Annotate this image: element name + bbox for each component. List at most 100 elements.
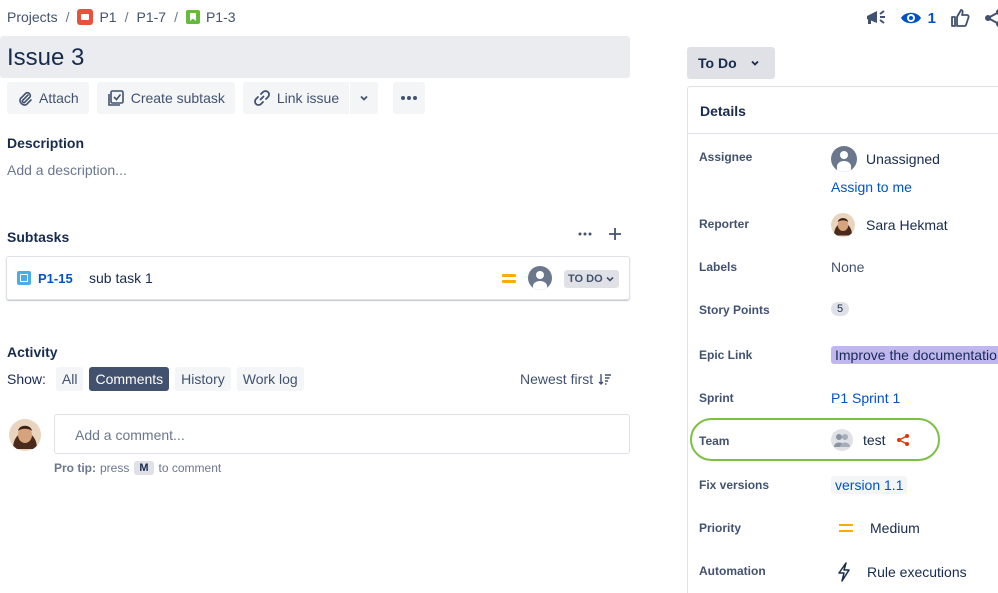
- assignee-field[interactable]: Unassigned: [831, 146, 940, 172]
- story-icon: [185, 10, 200, 24]
- filter-work-log[interactable]: Work log: [236, 367, 304, 391]
- subtask-actions: [578, 227, 622, 241]
- description-heading: Description: [7, 135, 85, 151]
- attach-label: Attach: [39, 90, 79, 106]
- subtask-status-dropdown[interactable]: TO DO: [564, 270, 619, 288]
- description-editor[interactable]: Add a description...: [7, 162, 127, 178]
- story-points-value: 5: [831, 302, 850, 316]
- pro-tip-rest: to comment: [158, 461, 222, 475]
- sprint-label: Sprint: [699, 391, 734, 405]
- show-label: Show:: [7, 371, 46, 387]
- more-actions-button[interactable]: [393, 82, 426, 114]
- subtask-key[interactable]: P1-15: [38, 271, 73, 286]
- activity-filter-bar: Show: All Comments History Work log: [7, 367, 304, 391]
- breadcrumb-separator: /: [174, 9, 178, 25]
- sprint-value[interactable]: P1 Sprint 1: [831, 390, 900, 406]
- breadcrumb-issue[interactable]: P1-3: [185, 9, 236, 25]
- subtask-type-icon: [17, 271, 31, 285]
- pro-tip: Pro tip: press M to comment: [54, 461, 221, 475]
- story-points-field[interactable]: 5: [831, 302, 850, 316]
- filter-history[interactable]: History: [175, 367, 231, 391]
- breadcrumb-issue-label: P1-3: [205, 9, 236, 25]
- shortcut-key: M: [134, 461, 154, 475]
- priority-medium-icon: [502, 274, 516, 286]
- attach-button[interactable]: Attach: [7, 82, 89, 114]
- priority-medium-icon: [839, 524, 853, 532]
- pro-tip-label: Pro tip:: [54, 461, 96, 475]
- chevron-down-icon: [606, 276, 614, 282]
- add-subtask-button[interactable]: [608, 227, 622, 241]
- share-icon: [896, 434, 909, 446]
- status-label: To Do: [698, 55, 737, 71]
- link-issue-label: Link issue: [276, 90, 340, 106]
- sort-order-button[interactable]: Newest first: [520, 371, 612, 387]
- breadcrumb-parent[interactable]: P1-7: [136, 9, 166, 25]
- comment-input[interactable]: Add a comment...: [54, 414, 630, 454]
- epic-link-field[interactable]: Improve the documentatio: [831, 346, 998, 364]
- create-subtask-label: Create subtask: [130, 90, 225, 106]
- eye-icon: [900, 12, 921, 24]
- subtask-summary[interactable]: sub task 1: [89, 270, 153, 286]
- watch-button[interactable]: 1: [900, 4, 936, 32]
- subtask-row[interactable]: P1-15 sub task 1 TO DO: [6, 256, 630, 300]
- status-dropdown-button[interactable]: To Do: [687, 47, 775, 79]
- sort-label: Newest first: [520, 371, 594, 387]
- more-icon: [401, 96, 418, 100]
- issue-toolbar: Attach Create subtask Link issue: [7, 82, 433, 114]
- story-points-label: Story Points: [699, 303, 770, 317]
- labels-label: Labels: [699, 260, 738, 274]
- filter-all[interactable]: All: [55, 367, 84, 391]
- reporter-label: Reporter: [699, 217, 750, 231]
- breadcrumb-project[interactable]: P1: [77, 9, 117, 25]
- breadcrumb: Projects / P1 / P1-7 / P1-3: [7, 9, 236, 25]
- sort-descending-icon: [598, 374, 612, 385]
- link-issue-button[interactable]: Link issue: [242, 82, 350, 114]
- filter-comments[interactable]: Comments: [89, 367, 170, 391]
- create-subtask-button[interactable]: Create subtask: [96, 82, 235, 114]
- automation-value: Rule executions: [867, 564, 967, 580]
- watch-count: 1: [927, 9, 936, 27]
- unassigned-avatar: [528, 266, 552, 290]
- assignee-label: Assignee: [699, 150, 753, 164]
- priority-label: Priority: [699, 521, 742, 535]
- megaphone-icon[interactable]: [864, 4, 886, 32]
- automation-label: Automation: [699, 564, 766, 578]
- assign-to-me-link[interactable]: Assign to me: [831, 179, 912, 195]
- subtask-icon: [107, 89, 125, 107]
- unassigned-avatar: [831, 146, 857, 172]
- plus-icon: [609, 228, 621, 240]
- current-user-avatar: [9, 419, 41, 451]
- details-heading[interactable]: Details: [688, 87, 998, 134]
- reporter-avatar: [831, 213, 855, 237]
- thumbs-up-icon[interactable]: [950, 4, 970, 32]
- team-field[interactable]: test: [831, 429, 910, 451]
- subtask-more-button[interactable]: [578, 232, 592, 236]
- fix-versions-field[interactable]: version 1.1: [831, 476, 908, 494]
- fix-versions-label: Fix versions: [699, 478, 770, 492]
- reporter-value: Sara Hekmat: [866, 217, 948, 233]
- reporter-field[interactable]: Sara Hekmat: [831, 213, 948, 237]
- breadcrumb-project-label: P1: [99, 9, 117, 25]
- chevron-down-icon: [360, 95, 368, 101]
- breadcrumb-separator: /: [65, 9, 70, 25]
- team-avatar-icon: [831, 429, 853, 451]
- team-label: Team: [699, 434, 730, 448]
- issue-actions: 1: [850, 4, 998, 32]
- assignee-value: Unassigned: [866, 151, 940, 167]
- issue-title[interactable]: Issue 3: [7, 44, 84, 72]
- title-editor[interactable]: [0, 36, 630, 78]
- priority-field[interactable]: Medium: [831, 520, 920, 536]
- breadcrumb-projects[interactable]: Projects: [7, 9, 58, 25]
- link-icon: [253, 89, 271, 107]
- epic-link-value: Improve the documentatio: [831, 346, 998, 364]
- project-avatar-icon: [77, 9, 94, 25]
- automation-field[interactable]: Rule executions: [831, 562, 967, 582]
- more-icon: [578, 232, 592, 236]
- link-issue-dropdown[interactable]: [350, 82, 379, 114]
- breadcrumb-separator: /: [124, 9, 129, 25]
- priority-value: Medium: [870, 520, 920, 536]
- share-icon[interactable]: [984, 4, 998, 32]
- labels-value[interactable]: None: [831, 259, 864, 275]
- subtask-status-label: TO DO: [568, 273, 603, 285]
- paperclip-icon: [17, 90, 33, 106]
